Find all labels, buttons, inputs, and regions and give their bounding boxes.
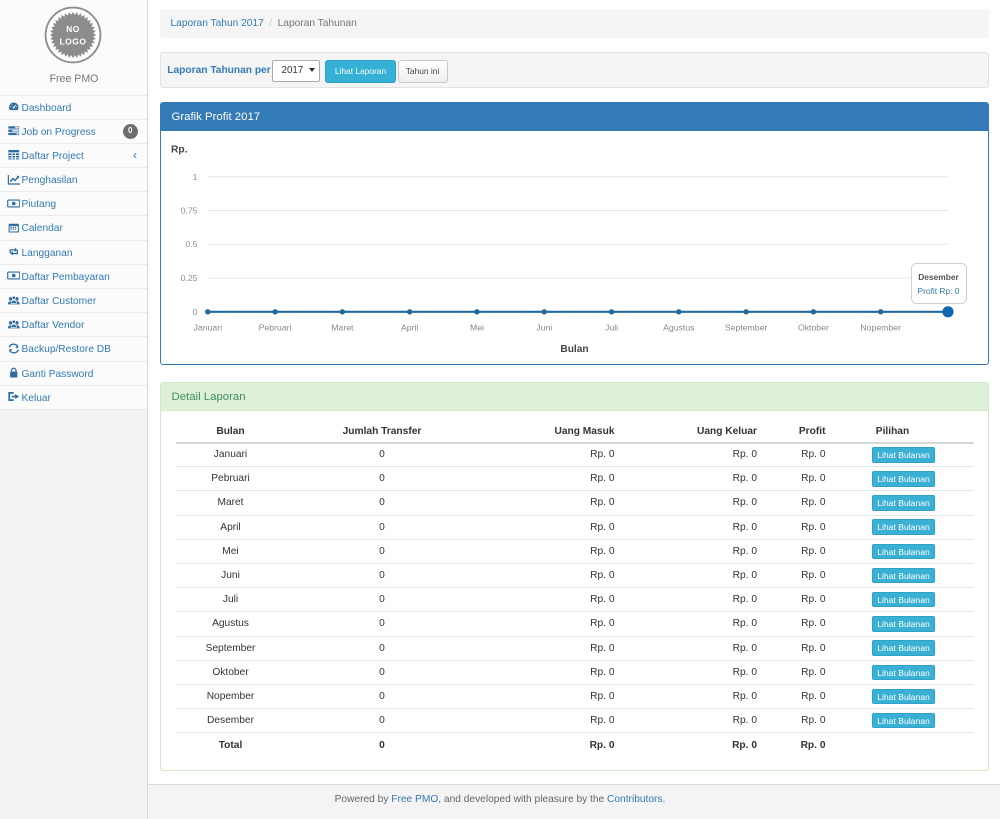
svg-text:0.75: 0.75: [180, 206, 197, 216]
svg-text:Januari: Januari: [193, 322, 222, 332]
svg-text:Mei: Mei: [469, 322, 483, 332]
svg-text:0.25: 0.25: [180, 273, 197, 283]
svg-text:LOGO: LOGO: [59, 36, 86, 46]
svg-text:Juli: Juli: [605, 322, 618, 332]
svg-text:Juni: Juni: [536, 322, 552, 332]
svg-text:September: September: [724, 322, 767, 332]
svg-text:Pebruari: Pebruari: [258, 322, 291, 332]
svg-text:Profit Rp: 0: Profit Rp: 0: [917, 286, 959, 296]
svg-text:Agustus: Agustus: [663, 322, 695, 332]
svg-text:1: 1: [192, 172, 197, 182]
svg-text:Maret: Maret: [331, 322, 354, 332]
svg-text:NO: NO: [66, 24, 80, 34]
svg-text:Nopember: Nopember: [860, 322, 901, 332]
svg-text:Bulan: Bulan: [560, 344, 588, 355]
svg-text:Rp.: Rp.: [171, 145, 188, 156]
svg-text:Oktober: Oktober: [797, 322, 828, 332]
svg-text:0.5: 0.5: [185, 239, 197, 249]
svg-text:April: April: [400, 322, 417, 332]
svg-text:0: 0: [192, 307, 197, 317]
svg-text:Desember: Desember: [918, 272, 959, 282]
